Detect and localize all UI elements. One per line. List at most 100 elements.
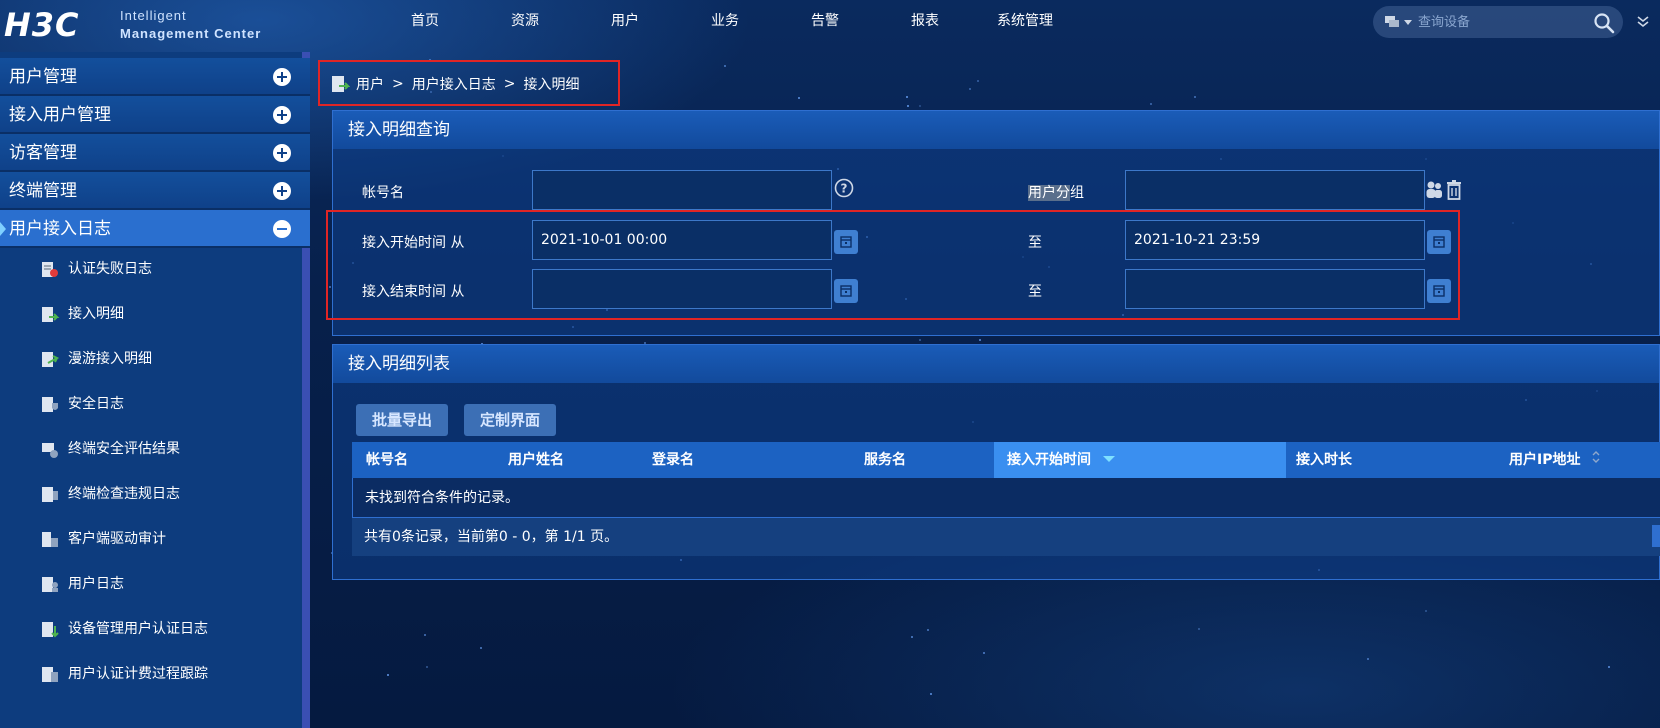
sidebar-group-terminal-management[interactable]: 终端管理 — [0, 172, 310, 210]
end-time-to-label: 至 — [1028, 284, 1042, 300]
col-account-name[interactable]: 帐号名 — [366, 442, 496, 478]
sidebar-item-label: 接入明细 — [68, 306, 124, 322]
logo-brand: H3C — [4, 6, 80, 44]
user-group-label-highlight: 用户分 — [1028, 185, 1070, 201]
end-time-to-input[interactable] — [1125, 269, 1425, 309]
device-type-dropdown-icon[interactable] — [1385, 15, 1413, 29]
breadcrumb-users[interactable]: 用户 — [356, 74, 384, 94]
sidebar-item-label: 认证失败日志 — [68, 261, 152, 277]
col-service-name[interactable]: 服务名 — [864, 442, 984, 478]
sidebar-item-label: 设备管理用户认证日志 — [68, 621, 208, 637]
sidebar-group-label: 访客管理 — [9, 143, 77, 163]
col-login-name[interactable]: 登录名 — [652, 442, 852, 478]
batch-export-button[interactable]: 批量导出 — [356, 404, 449, 436]
sidebar: 用户管理 接入用户管理 访客管理 终端管理 用户接入日志 认证失败日志 接入明细… — [0, 52, 310, 728]
customize-view-button[interactable]: 定制界面 — [464, 404, 557, 436]
star-dot — [798, 96, 800, 99]
star-dot — [929, 692, 932, 695]
sidebar-group-label: 接入用户管理 — [9, 105, 111, 125]
nav-system[interactable]: 系统管理 — [975, 0, 1075, 42]
top-bar: H3C Intelligent Management Center 首页 资源 … — [0, 0, 1660, 52]
sidebar-item-label: 漫游接入明细 — [68, 351, 152, 367]
end-time-from-input[interactable] — [532, 269, 832, 309]
star-dot — [1424, 609, 1427, 612]
active-indicator-icon — [0, 222, 6, 236]
sidebar-item-auth-fail-log[interactable]: 认证失败日志 — [0, 247, 302, 292]
account-name-input[interactable] — [532, 170, 832, 210]
sidebar-item-user-log[interactable]: 用户日志 — [0, 562, 302, 607]
h3c-logo[interactable]: H3C Intelligent Management Center — [0, 6, 290, 46]
breadcrumb-access-detail: 接入明细 — [523, 77, 580, 93]
sidebar-item-security-log[interactable]: 安全日志 — [0, 382, 302, 427]
sidebar-group-guest-management[interactable]: 访客管理 — [0, 134, 310, 172]
sidebar-sub-list: 认证失败日志 接入明细 漫游接入明细 安全日志 终端安全评估结果 终端检查违规日… — [0, 247, 302, 697]
search-icon[interactable] — [1593, 12, 1615, 34]
account-name-label: 帐号名 — [362, 185, 404, 201]
star-dot — [910, 636, 913, 639]
sidebar-item-label: 客户端驱动审计 — [68, 531, 166, 547]
roaming-detail-icon — [42, 352, 60, 367]
collapse-minus-icon[interactable] — [273, 220, 291, 238]
access-detail-icon — [332, 76, 350, 92]
calendar-icon — [1433, 236, 1445, 248]
chevron-down-icon[interactable] — [1636, 14, 1650, 28]
calendar-button[interactable] — [834, 279, 858, 303]
start-time-to-input[interactable] — [1125, 220, 1425, 260]
user-group-input[interactable] — [1125, 170, 1425, 210]
sidebar-group-user-management[interactable]: 用户管理 — [0, 58, 310, 96]
sidebar-group-user-access-log[interactable]: 用户接入日志 — [0, 210, 310, 248]
sidebar-item-roaming-detail[interactable]: 漫游接入明细 — [0, 337, 302, 382]
expand-plus-icon[interactable] — [273, 144, 291, 162]
client-driver-icon — [42, 532, 58, 547]
calendar-button[interactable] — [834, 230, 858, 254]
nav-alarms[interactable]: 告警 — [775, 0, 875, 42]
sidebar-group-access-users[interactable]: 接入用户管理 — [0, 96, 310, 134]
sidebar-item-auth-trace[interactable]: 用户认证计费过程跟踪 — [0, 652, 302, 697]
sidebar-group-label: 用户管理 — [9, 67, 77, 87]
expand-plus-icon[interactable] — [273, 182, 291, 200]
sidebar-item-terminal-violation[interactable]: 终端检查违规日志 — [0, 472, 302, 517]
sidebar-item-access-detail[interactable]: 接入明细 — [0, 292, 302, 337]
sidebar-group-label: 终端管理 — [9, 181, 77, 201]
col-access-start-time[interactable]: 接入开始时间 — [994, 442, 1286, 478]
sidebar-item-label: 终端安全评估结果 — [68, 441, 180, 457]
select-group-icon[interactable] — [1426, 181, 1443, 199]
calendar-button[interactable] — [1427, 279, 1451, 303]
calendar-icon — [1433, 285, 1445, 297]
pagination-control[interactable] — [1652, 525, 1660, 547]
calendar-icon — [840, 236, 852, 248]
col-access-duration[interactable]: 接入时长 — [1296, 442, 1446, 478]
auth-trace-icon — [42, 667, 58, 682]
sidebar-item-device-auth-log[interactable]: 设备管理用户认证日志 — [0, 607, 302, 652]
col-access-start-time-label: 接入开始时间 — [1007, 452, 1091, 468]
nav-resources[interactable]: 资源 — [475, 0, 575, 42]
start-time-from-input[interactable] — [532, 220, 832, 260]
col-user-name[interactable]: 用户姓名 — [508, 442, 638, 478]
star-dot — [905, 95, 908, 98]
calendar-button[interactable] — [1427, 230, 1451, 254]
device-search-input[interactable] — [1418, 12, 1578, 32]
nav-services[interactable]: 业务 — [675, 0, 775, 42]
terminal-violation-icon — [42, 487, 58, 502]
col-user-ip[interactable]: 用户IP地址 — [1509, 442, 1659, 478]
expand-plus-icon[interactable] — [273, 68, 291, 86]
nav-home[interactable]: 首页 — [375, 0, 475, 42]
breadcrumb-user-access-log[interactable]: 用户接入日志 — [412, 74, 496, 94]
trash-icon[interactable] — [1447, 180, 1461, 200]
sidebar-item-label: 用户认证计费过程跟踪 — [68, 666, 208, 682]
nav-users[interactable]: 用户 — [575, 0, 675, 42]
sidebar-group-label: 用户接入日志 — [9, 219, 111, 239]
breadcrumb: 用户 > 用户接入日志 > 接入明细 — [330, 72, 579, 96]
breadcrumb-separator: > — [392, 76, 404, 92]
help-icon[interactable]: ? — [834, 178, 854, 198]
device-search-box — [1373, 6, 1623, 38]
star-dot — [1198, 627, 1201, 630]
nav-reports[interactable]: 报表 — [875, 0, 975, 42]
expand-plus-icon[interactable] — [273, 106, 291, 124]
sidebar-item-terminal-assess[interactable]: 终端安全评估结果 — [0, 427, 302, 472]
sidebar-item-label: 用户日志 — [68, 576, 124, 592]
star-dot — [977, 79, 980, 82]
breadcrumb-separator: > — [503, 76, 516, 92]
start-time-to-label: 至 — [1028, 235, 1042, 251]
sidebar-item-client-driver[interactable]: 客户端驱动审计 — [0, 517, 302, 562]
